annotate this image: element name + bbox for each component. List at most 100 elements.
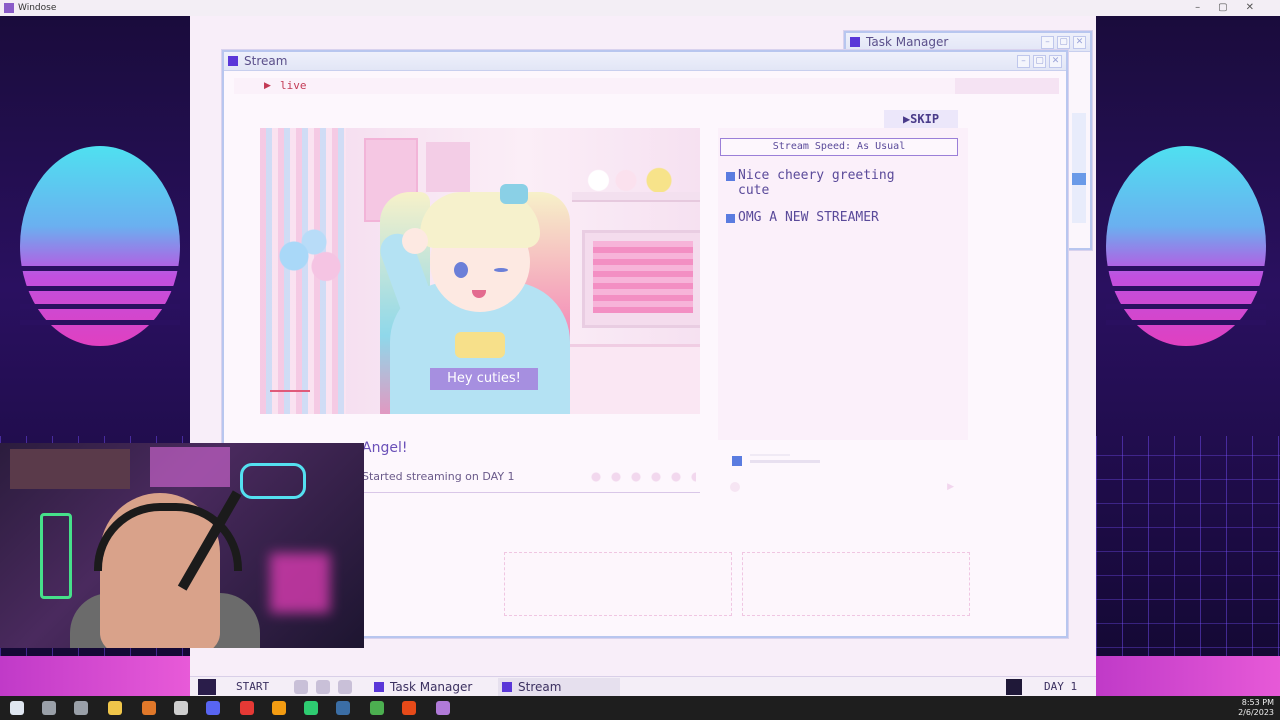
stream-progress (270, 390, 310, 392)
webcam-overlay (0, 443, 364, 648)
synthwave-sun (20, 146, 180, 346)
day-icon (1006, 679, 1022, 695)
app-icon[interactable] (304, 701, 318, 715)
windows-taskbar: 8:53 PM 2/6/2023 (0, 696, 1280, 720)
live-play-icon: ▶ (264, 81, 271, 91)
stream-window-title: Stream (244, 54, 288, 68)
sun-stripe (1106, 286, 1266, 291)
magenta-band (1096, 656, 1280, 696)
empty-slot (504, 552, 732, 616)
app-icon (4, 3, 14, 13)
start-button[interactable]: START (196, 678, 276, 696)
comment-marker-icon (726, 214, 735, 223)
heart-balloons (270, 228, 350, 298)
start-label: START (236, 680, 270, 693)
circle-icon (730, 482, 740, 492)
epic-games-icon[interactable] (174, 701, 188, 715)
stream-video: Hey cuties! (260, 128, 700, 414)
comment-item[interactable]: Nice cheery greeting cute (726, 168, 926, 200)
background-light (150, 447, 230, 487)
sun-stripe (20, 320, 180, 325)
window-icon (228, 56, 238, 66)
peace-sign-hand (402, 228, 428, 254)
windows-start-icon[interactable] (10, 701, 24, 715)
host-window-title: Windose (18, 3, 57, 13)
maximize-button[interactable]: ▢ (1033, 55, 1046, 68)
character-wink (494, 268, 508, 272)
stream-title: Angel! (362, 440, 408, 456)
live-status-bar: ▶ live (234, 78, 1059, 94)
discord-icon[interactable] (206, 701, 220, 715)
sun-stripe (1106, 304, 1266, 309)
comment-text: OMG A NEW STREAMER (738, 210, 879, 225)
input-line (750, 460, 820, 463)
host-window-controls[interactable]: –▢✕ (1195, 0, 1272, 16)
started-streaming-text: Started streaming on DAY 1 (362, 470, 515, 483)
folder-icon[interactable] (108, 701, 122, 715)
chrome-icon[interactable] (370, 701, 384, 715)
clock-time: 8:53 PM (1241, 698, 1274, 707)
maximize-button[interactable]: ▢ (1057, 36, 1070, 49)
task-view-icon[interactable] (74, 701, 88, 715)
comment-input-icon (732, 456, 742, 466)
app-icon[interactable] (142, 701, 156, 715)
live-bar-slot (955, 78, 1059, 94)
synthwave-sun (1106, 146, 1266, 346)
app-icon[interactable] (402, 701, 416, 715)
window-icon (374, 682, 384, 692)
bird-icon[interactable] (294, 680, 308, 694)
reaction-dots (586, 472, 696, 482)
task-manager-scroll-track[interactable] (1072, 113, 1086, 223)
character-eye (454, 262, 468, 278)
task-manager-title: Task Manager (866, 35, 949, 49)
close-button[interactable]: ✕ (1073, 36, 1086, 49)
stream-caption: Hey cuties! (430, 368, 538, 390)
skip-button[interactable]: ▶SKIP (884, 110, 958, 128)
close-button[interactable]: ✕ (1049, 55, 1062, 68)
taskbar-item-label: Task Manager (390, 680, 473, 694)
game-taskbar: START Task Manager Stream DAY 1 (190, 676, 1096, 696)
monitor-screen (593, 241, 693, 313)
day-label: DAY 1 (1044, 680, 1078, 693)
comment-input-row[interactable] (726, 454, 966, 468)
computer-icon[interactable] (338, 680, 352, 694)
clock-date: 2/6/2023 (1238, 708, 1274, 717)
vlc-icon[interactable] (272, 701, 286, 715)
comment-text: Nice cheery greeting cute (738, 168, 895, 198)
magenta-band (0, 656, 190, 696)
comment-item[interactable]: OMG A NEW STREAMER (726, 210, 926, 226)
sun-stripe (1106, 320, 1266, 325)
character-bow (455, 332, 505, 358)
comment-footer: ▶ (718, 482, 968, 492)
taskbar-item-stream[interactable]: Stream (498, 678, 620, 696)
stream-info: • Started streaming on DAY 1 (348, 470, 515, 483)
app-icon[interactable] (316, 680, 330, 694)
windose-app-icon[interactable] (436, 701, 450, 715)
hair-clip (500, 184, 528, 204)
neon-sign (240, 463, 306, 499)
right-synthwave-decoration (1096, 16, 1280, 696)
task-manager-scroll-thumb[interactable] (1072, 173, 1086, 185)
taskbar-item-label: Stream (518, 680, 562, 694)
window-icon (850, 37, 860, 47)
start-icon (198, 679, 216, 695)
minimize-button[interactable]: – (1017, 55, 1030, 68)
sun-stripe (20, 286, 180, 291)
search-icon[interactable] (42, 701, 56, 715)
steam-icon[interactable] (336, 701, 350, 715)
taskbar-item-task-manager[interactable]: Task Manager (370, 678, 488, 696)
empty-slot (742, 552, 970, 616)
background-shelf (10, 449, 130, 489)
sun-stripe (1106, 266, 1266, 271)
live-label: live (280, 79, 307, 92)
comment-marker-icon (726, 172, 735, 181)
stream-speed-selector[interactable]: Stream Speed: As Usual (720, 138, 958, 156)
host-titlebar: Windose –▢✕ (0, 0, 1280, 16)
stream-titlebar[interactable]: Stream – ▢ ✕ (224, 52, 1066, 71)
send-arrow-icon[interactable]: ▶ (947, 482, 954, 492)
system-clock[interactable]: 8:53 PM 2/6/2023 (1238, 698, 1274, 718)
minimize-button[interactable]: – (1041, 36, 1054, 49)
input-line (750, 454, 790, 456)
opera-icon[interactable] (240, 701, 254, 715)
neon-sign (40, 513, 72, 599)
